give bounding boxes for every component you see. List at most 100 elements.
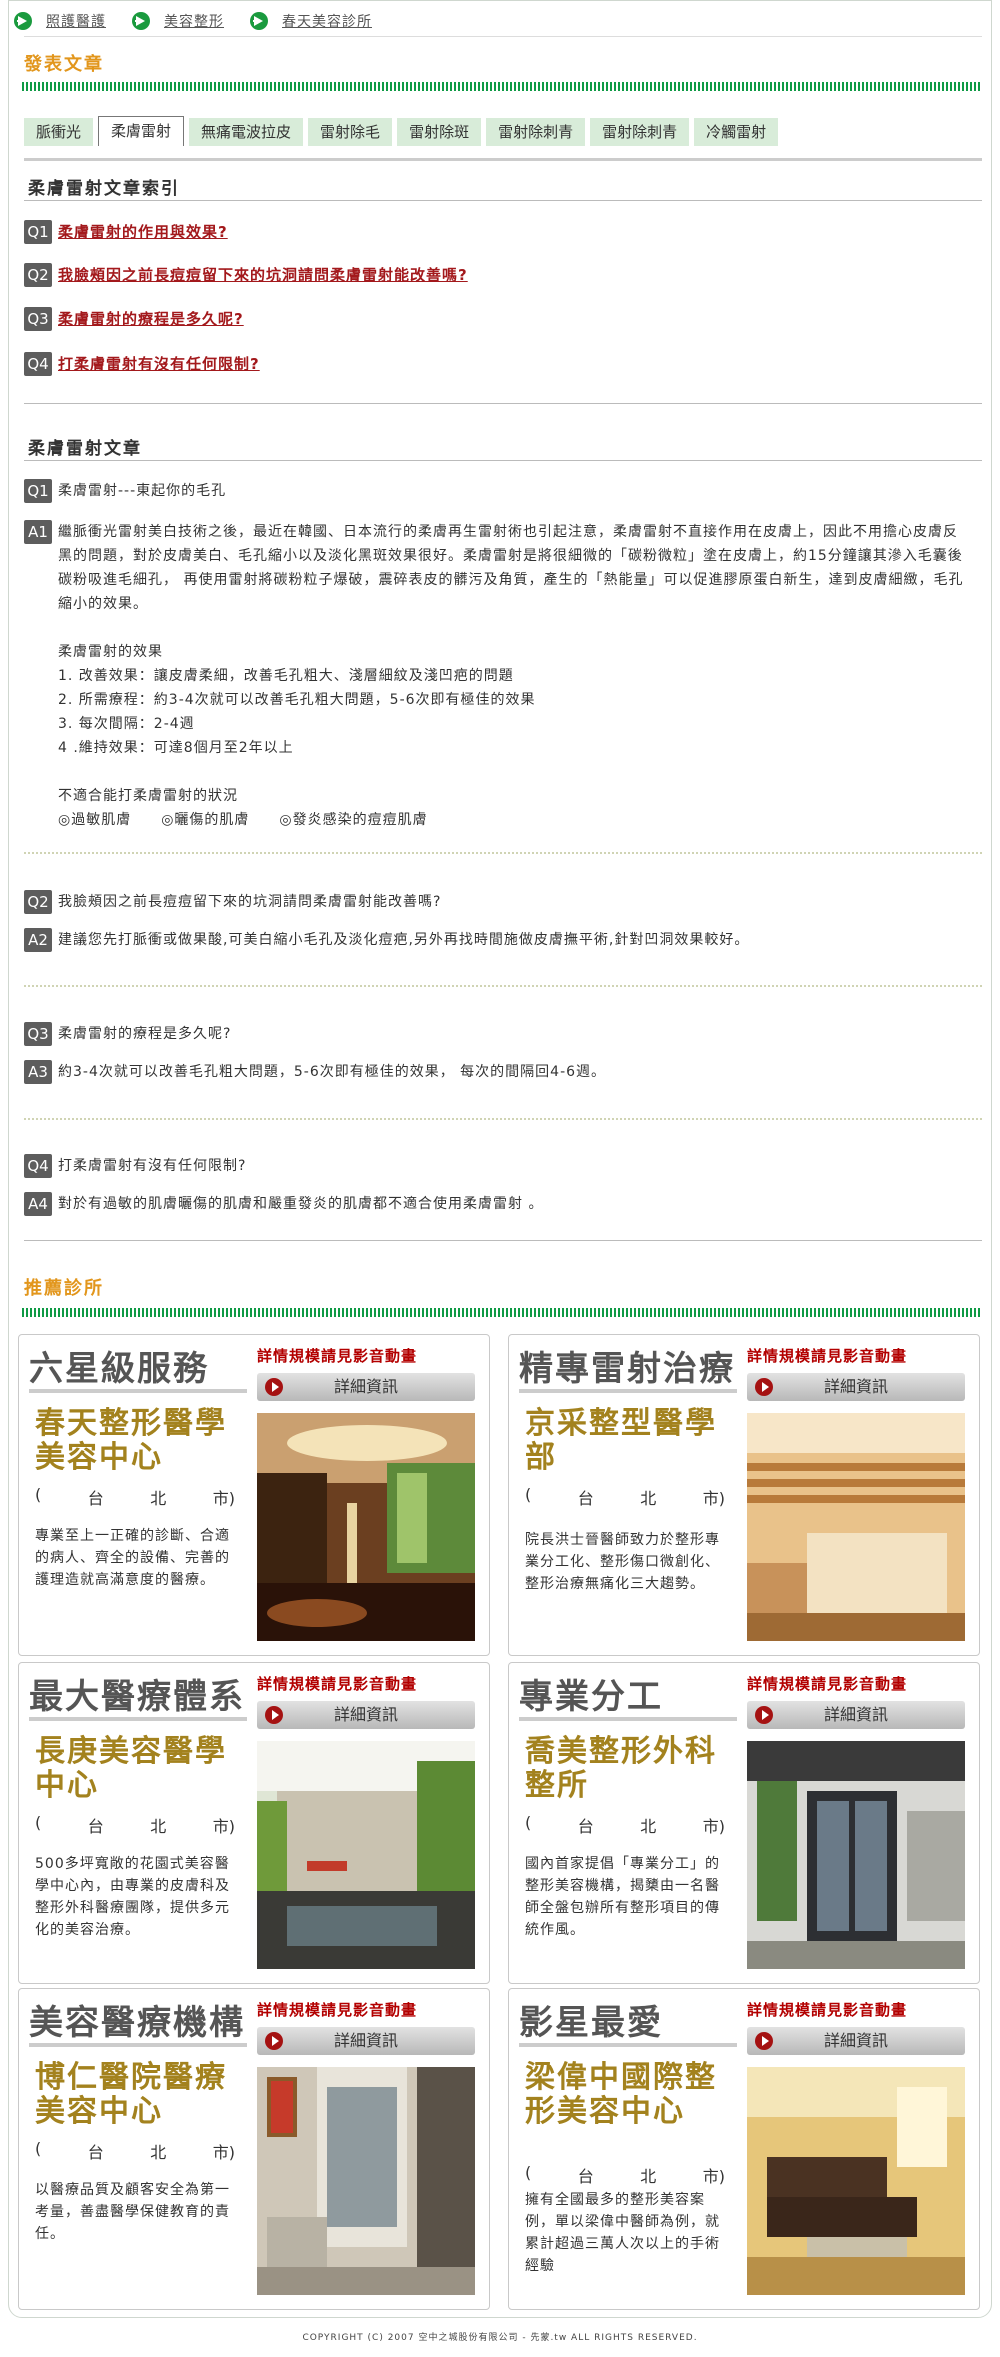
breadcrumb-item[interactable]: 照護醫護 [14, 11, 106, 31]
copyright: COPYRIGHT (C) 2007 空中之城股份有限公司 - 先蒙.tw AL… [302, 2333, 698, 2343]
clinic-description: 院長洪士晉醫師致力於整形專業分工化、整形傷口微創化、整形治療無痛化三大趨勢。 [525, 1532, 720, 1592]
clinic-name[interactable]: 喬美整形外科整所 [525, 1735, 725, 1803]
play-icon [265, 1706, 283, 1724]
question-row: Q2 我臉頰因之前長痘痘留下來的坑洞請問柔膚雷射能改善嗎? [24, 890, 964, 914]
index-link[interactable]: 我臉頰因之前長痘痘留下來的坑洞請問柔膚雷射能改善嗎? [58, 263, 468, 287]
clinic-card[interactable]: 六星級服務 詳情規模請見影音動畫 詳細資訊 春天整形醫學美容中心 (台北市) 專… [18, 1334, 490, 1656]
clinic-slogan: 專業分工 [519, 1677, 663, 1717]
effects-title: 柔膚雷射的效果 [58, 644, 163, 660]
hall-photo[interactable] [257, 2067, 475, 2295]
clinic-slogan: 精專雷射治療 [519, 1349, 735, 1389]
detail-button-label: 詳細資訊 [333, 2031, 398, 2050]
answer-text: 約3-4次就可以改善毛孔粗大問題，5-6次即有極佳的效果， 每次的間隔回4-6週… [58, 1064, 607, 1080]
tab-underline [24, 158, 982, 161]
tab-ipl[interactable]: 脈衝光 [24, 118, 94, 146]
tab-hair-removal[interactable]: 雷射除毛 [308, 118, 393, 146]
detail-button[interactable]: 詳細資訊 [257, 1701, 475, 1729]
dotted-divider [24, 1118, 982, 1120]
lounge-photo[interactable] [747, 2067, 965, 2295]
reception-photo[interactable] [747, 1413, 965, 1641]
tab-cold-laser[interactable]: 冷觸雷射 [694, 118, 779, 146]
detail-button[interactable]: 詳細資訊 [257, 1373, 475, 1401]
slogan-underline [29, 1717, 247, 1721]
question-text: 我臉頰因之前長痘痘留下來的坑洞請問柔膚雷射能改善嗎? [58, 894, 442, 910]
clinic-name[interactable]: 京采整型醫學部 [525, 1407, 725, 1475]
clinic-promo[interactable]: 詳情規模請見影音動畫 [257, 1999, 417, 2020]
answer-text: 建議您先打脈衝或做果酸,可美白縮小毛孔及淡化痘疤,另外再找時間施做皮膚撫平術,針… [58, 932, 750, 948]
article-title: 柔膚雷射文章 [28, 439, 142, 459]
play-icon [755, 2032, 773, 2050]
clinic-name[interactable]: 長庚美容醫學中心 [35, 1735, 235, 1803]
clinic-card[interactable]: 精專雷射治療 詳情規模請見影音動畫 詳細資訊 京采整型醫學部 (台北市) 院長洪… [508, 1334, 980, 1656]
breadcrumb-label[interactable]: 照護醫護 [46, 11, 106, 31]
clinic-name[interactable]: 梁偉中國際整形美容中心 [525, 2061, 725, 2129]
garden-photo[interactable] [257, 1741, 475, 1969]
dotted-divider [24, 985, 982, 987]
answer-body: 繼脈衝光雷射美白技術之後，最近在韓國、日本流行的柔膚再生雷射術也引起注意，柔膚雷… [58, 520, 964, 832]
divider [24, 403, 982, 404]
detail-button-label: 詳細資訊 [823, 1705, 888, 1724]
question-row: Q1 柔膚雷射---東起你的毛孔 [24, 479, 964, 503]
entrance-photo[interactable] [747, 1741, 965, 1969]
tab-tattoo-removal-2[interactable]: 雷射除刺青 [590, 118, 690, 146]
index-link[interactable]: 柔膚雷射的療程是多久呢? [58, 307, 244, 331]
detail-button[interactable]: 詳細資訊 [257, 2027, 475, 2055]
clinic-city: (台北市) [35, 1813, 235, 1836]
clinic-card[interactable]: 專業分工 詳情規模請見影音動畫 詳細資訊 喬美整形外科整所 (台北市) 國內首家… [508, 1662, 980, 1984]
breadcrumb-label[interactable]: 春天美容診所 [282, 11, 372, 31]
answer-badge: A3 [24, 1060, 52, 1084]
clinic-city: (台北市) [525, 1813, 725, 1836]
tab-tattoo-removal[interactable]: 雷射除刺青 [486, 118, 586, 146]
answer-badge: A4 [24, 1192, 52, 1216]
dotted-rule [22, 82, 982, 91]
detail-button[interactable]: 詳細資訊 [747, 2027, 965, 2055]
clinic-city: (台北市) [35, 1485, 235, 1508]
answer-paragraph: 繼脈衝光雷射美白技術之後，最近在韓國、日本流行的柔膚再生雷射術也引起注意，柔膚雷… [58, 524, 964, 612]
question-badge: Q4 [24, 1154, 52, 1178]
unsuitable-list: ◎過敏肌膚 ◎曬傷的肌膚 ◎發炎感染的痘痘肌膚 [58, 812, 428, 828]
detail-button-label: 詳細資訊 [333, 1705, 398, 1724]
clinic-description: 500多坪寬敞的花園式美容醫學中心內，由專業的皮膚科及整形外科醫療團隊，提供多元… [35, 1856, 230, 1938]
effect-item: 4 .維持效果：可達8個月至2年以上 [58, 740, 294, 756]
clinic-slogan: 六星級服務 [29, 1349, 209, 1389]
slogan-underline [519, 1717, 737, 1721]
divider [24, 200, 982, 201]
tab-bar: 脈衝光 柔膚雷射 無痛電波拉皮 雷射除毛 雷射除斑 雷射除刺青 雷射除刺青 冷觸… [24, 116, 779, 146]
tab-soft-laser[interactable]: 柔膚雷射 [98, 116, 185, 146]
clinic-promo[interactable]: 詳情規模請見影音動畫 [747, 1345, 907, 1366]
clinic-promo[interactable]: 詳情規模請見影音動畫 [257, 1673, 417, 1694]
section-title-clinics: 推薦診所 [24, 1278, 104, 1299]
question-badge: Q2 [24, 263, 52, 287]
clinic-card[interactable]: 影星最愛 詳情規模請見影音動畫 詳細資訊 梁偉中國際整形美容中心 (台北市) 擁… [508, 1988, 980, 2310]
clinic-card[interactable]: 最大醫療體系 詳情規模請見影音動畫 詳細資訊 長庚美容醫學中心 (台北市) 50… [18, 1662, 490, 1984]
index-item: Q1 柔膚雷射的作用與效果? [24, 220, 964, 244]
arrow-right-icon [250, 12, 268, 30]
breadcrumb-item[interactable]: 春天美容診所 [250, 11, 372, 31]
tab-spot-removal[interactable]: 雷射除斑 [397, 118, 482, 146]
answer-badge: A2 [24, 928, 52, 952]
detail-button-label: 詳細資訊 [823, 1377, 888, 1396]
section-title-articles: 發表文章 [24, 54, 104, 75]
effect-item: 2. 所需療程：約3-4次就可以改善毛孔粗大問題，5-6次即有極佳的效果 [58, 692, 536, 708]
question-badge: Q4 [24, 352, 52, 376]
question-badge: Q3 [24, 307, 52, 331]
clinic-card[interactable]: 美容醫療機構 詳情規模請見影音動畫 詳細資訊 博仁醫院醫療美容中心 (台北市) … [18, 1988, 490, 2310]
clinic-name[interactable]: 春天整形醫學美容中心 [35, 1407, 235, 1475]
slogan-underline [29, 1389, 247, 1393]
lobby-photo[interactable] [257, 1413, 475, 1641]
arrow-right-icon [132, 12, 150, 30]
clinic-city: (台北市) [35, 2139, 235, 2162]
clinic-name[interactable]: 博仁醫院醫療美容中心 [35, 2061, 235, 2129]
detail-button[interactable]: 詳細資訊 [747, 1373, 965, 1401]
detail-button-label: 詳細資訊 [333, 1377, 398, 1396]
detail-button[interactable]: 詳細資訊 [747, 1701, 965, 1729]
clinic-promo[interactable]: 詳情規模請見影音動畫 [747, 1999, 907, 2020]
index-link[interactable]: 打柔膚雷射有沒有任何限制? [58, 352, 260, 376]
clinic-promo[interactable]: 詳情規模請見影音動畫 [257, 1345, 417, 1366]
tab-thermage[interactable]: 無痛電波拉皮 [189, 118, 304, 146]
breadcrumb-item[interactable]: 美容整形 [132, 11, 224, 31]
question-row: Q4 打柔膚雷射有沒有任何限制? [24, 1154, 964, 1178]
breadcrumb-label[interactable]: 美容整形 [164, 11, 224, 31]
index-link[interactable]: 柔膚雷射的作用與效果? [58, 220, 228, 244]
clinic-promo[interactable]: 詳情規模請見影音動畫 [747, 1673, 907, 1694]
